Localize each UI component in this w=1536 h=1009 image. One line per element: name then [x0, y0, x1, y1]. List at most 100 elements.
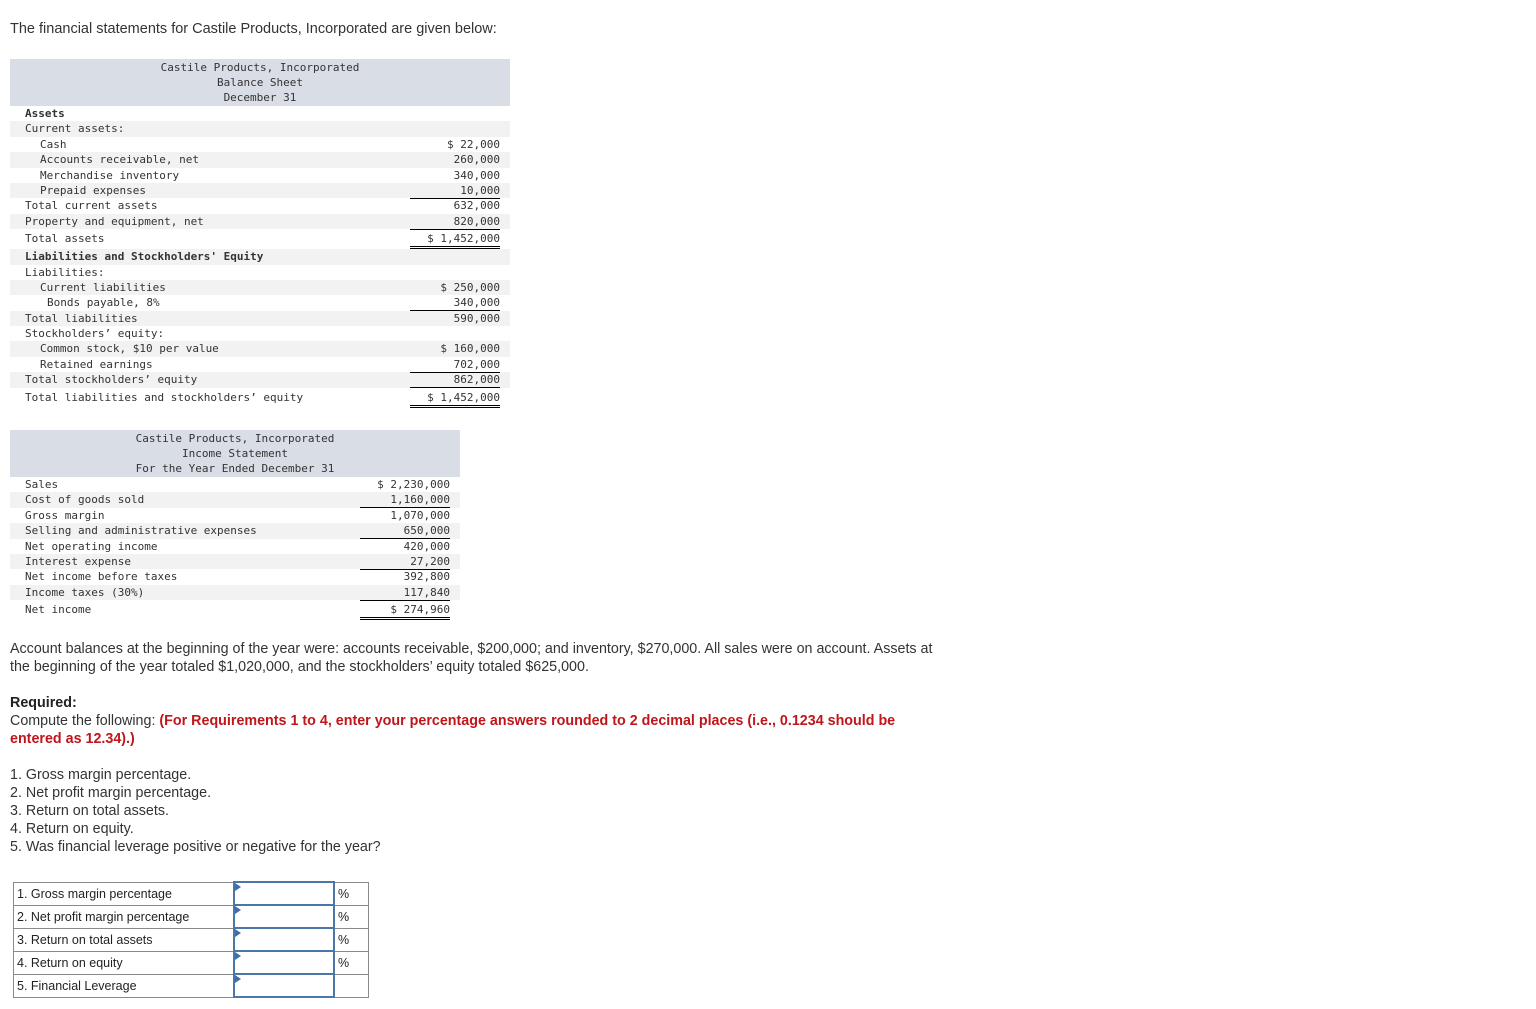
- row-value: $ 22,000: [410, 137, 510, 152]
- row-label: Total liabilities and stockholders’ equi…: [25, 390, 304, 404]
- statement-row: Liabilities and Stockholders' Equity: [10, 249, 510, 265]
- row-amount: 10,000: [410, 184, 500, 199]
- statement-period: For the Year Ended December 31: [135, 462, 335, 475]
- statement-row: Cash $ 22,000: [10, 137, 510, 152]
- answer-input[interactable]: [235, 930, 333, 949]
- row-label: Current assets:: [25, 122, 125, 136]
- row-label: Cash: [40, 137, 67, 151]
- row-amount: $ 2,230,000: [377, 478, 450, 491]
- answer-cell[interactable]: [233, 927, 335, 952]
- row-value: $ 160,000: [410, 341, 510, 356]
- row-label: Liabilities and Stockholders' Equity: [25, 250, 264, 264]
- statement-row: Total stockholders’ equity 862,000: [10, 372, 510, 389]
- row-amount: 702,000: [410, 358, 500, 373]
- row-amount: 420,000: [403, 539, 450, 553]
- answer-input[interactable]: [235, 884, 333, 903]
- unit-label: %: [333, 950, 369, 975]
- answer-row: 1. Gross margin percentage%: [13, 881, 369, 906]
- row-label: Gross margin: [25, 508, 105, 522]
- answer-cell[interactable]: [233, 904, 335, 929]
- row-value: 1,070,000: [360, 508, 460, 523]
- row-label: Liabilities:: [25, 265, 105, 279]
- requirement-item: 2. Net profit margin percentage.: [10, 785, 212, 801]
- row-label: Accounts receivable, net: [40, 153, 199, 167]
- answer-label: 1. Gross margin percentage: [13, 881, 235, 906]
- answer-input[interactable]: [235, 907, 333, 926]
- row-value: $ 2,230,000: [360, 477, 460, 492]
- row-label: Interest expense: [25, 554, 131, 568]
- balance-sheet-rows: Assets Current assets: Cash $ 22,000 Account…: [10, 106, 510, 408]
- requirement-item: 5. Was financial leverage positive or ne…: [10, 839, 381, 855]
- row-value: 632,000: [410, 198, 510, 213]
- statement-date: December 31: [223, 91, 297, 104]
- required-section: Required: Compute the following: (For Re…: [10, 694, 940, 748]
- row-value: [410, 121, 510, 136]
- balance-sheet: Castile Products, Incorporated Balance S…: [10, 59, 510, 408]
- row-label: Total liabilities: [25, 311, 138, 325]
- answer-input[interactable]: [235, 953, 333, 972]
- row-amount: 650,000: [360, 524, 450, 540]
- row-amount: 27,200: [360, 555, 450, 570]
- intro-text: The financial statements for Castile Pro…: [10, 21, 497, 37]
- answer-cell[interactable]: [233, 973, 335, 998]
- row-value: 1,160,000: [360, 492, 460, 509]
- input-flag-icon: [235, 883, 241, 891]
- row-label: Cost of goods sold: [25, 493, 145, 507]
- row-value: [410, 249, 510, 264]
- statement-row: Common stock, $10 per value $ 160,000: [10, 341, 510, 357]
- row-label: Retained earnings: [40, 357, 153, 371]
- row-amount: $ 1,452,000: [410, 232, 500, 250]
- answer-input[interactable]: [235, 976, 333, 995]
- input-flag-icon: [235, 906, 241, 914]
- row-value: $ 1,452,000: [410, 229, 510, 250]
- row-value: [410, 265, 510, 280]
- statement-row: Total assets $ 1,452,000: [10, 229, 510, 250]
- statement-row: Selling and administrative expenses 650,0…: [10, 523, 460, 540]
- answer-cell[interactable]: [233, 881, 335, 906]
- row-value: [410, 326, 510, 341]
- row-value: 420,000: [360, 539, 460, 554]
- required-lead: Compute the following:: [10, 713, 160, 729]
- statement-row: Sales $ 2,230,000: [10, 477, 460, 492]
- statement-row: Income taxes (30%) 117,840: [10, 584, 460, 601]
- requirement-item: 4. Return on equity.: [10, 821, 134, 837]
- row-amount: 820,000: [410, 215, 500, 230]
- row-amount: 260,000: [453, 153, 500, 167]
- balance-sheet-header: Castile Products, Incorporated Balance S…: [10, 59, 510, 106]
- answer-table: 1. Gross margin percentage% 2. Net profit…: [13, 881, 369, 998]
- row-value: 590,000: [410, 311, 510, 326]
- statement-title: Balance Sheet: [216, 76, 304, 89]
- row-label: Total stockholders’ equity: [25, 373, 198, 387]
- row-label: Net operating income: [25, 539, 158, 553]
- row-label: Sales: [25, 478, 59, 491]
- context-paragraph: Account balances at the beginning of the…: [10, 641, 933, 675]
- row-amount: 117,840: [360, 586, 450, 601]
- row-label: Prepaid expenses: [40, 183, 146, 197]
- row-value: 260,000: [410, 152, 510, 167]
- row-amount: 392,800: [403, 570, 450, 584]
- required-title: Required:: [10, 695, 77, 711]
- unit-label: %: [333, 881, 369, 906]
- row-value: $ 274,960: [360, 600, 460, 621]
- required-instructions: Compute the following: (For Requirements…: [10, 712, 940, 748]
- unit-label: [333, 973, 369, 998]
- row-label: Selling and administrative expenses: [25, 524, 257, 538]
- input-flag-icon: [235, 952, 241, 960]
- row-value: 10,000: [410, 183, 510, 199]
- row-amount: $ 160,000: [440, 342, 500, 356]
- statement-row: Total current assets 632,000: [10, 198, 510, 213]
- answer-cell[interactable]: [233, 950, 335, 975]
- row-value: 117,840: [360, 585, 460, 601]
- statement-row: Net operating income 420,000: [10, 539, 460, 554]
- statement-row: Current assets:: [10, 121, 510, 137]
- answer-label: 3. Return on total assets: [13, 927, 235, 952]
- row-label: Total assets: [25, 232, 105, 246]
- row-amount: 1,070,000: [390, 508, 450, 522]
- row-value: 27,200: [360, 554, 460, 570]
- row-value: 340,000: [410, 295, 510, 312]
- row-label: Net income: [25, 603, 92, 617]
- income-statement: Castile Products, Incorporated Income St…: [10, 430, 460, 621]
- answer-row: 4. Return on equity%: [13, 950, 369, 975]
- statement-row: Bonds payable, 8% 340,000: [10, 295, 510, 312]
- row-label: Property and equipment, net: [25, 214, 204, 228]
